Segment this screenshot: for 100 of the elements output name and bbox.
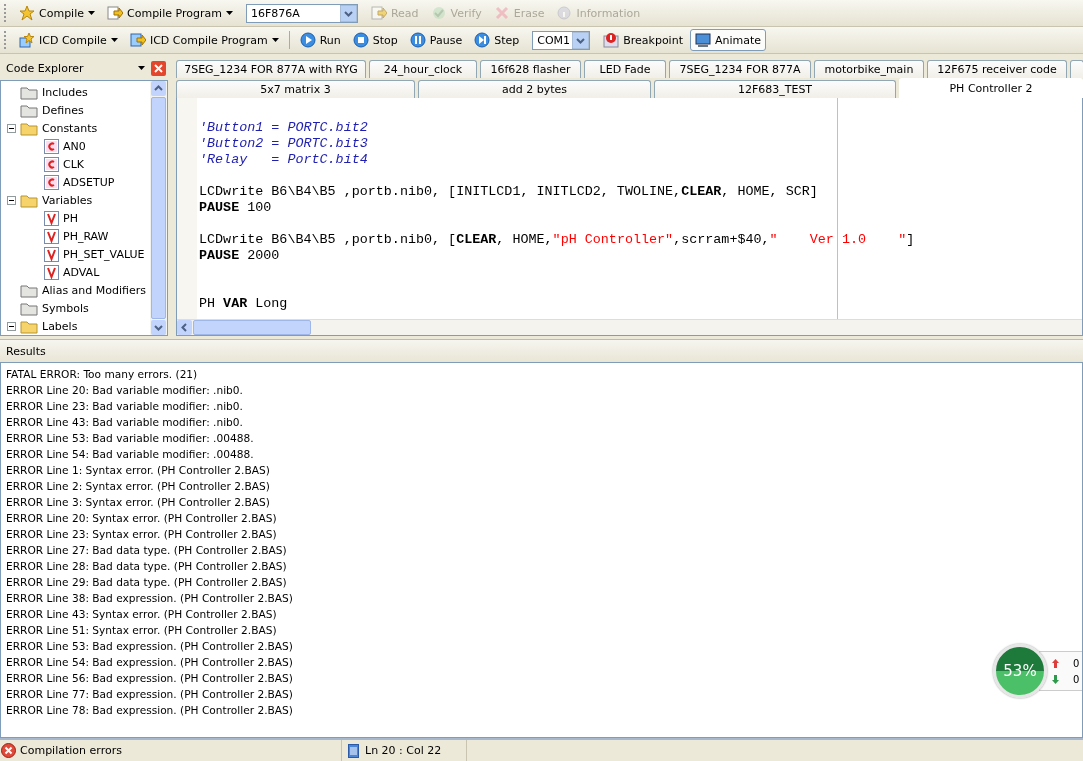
stop-icon [352,32,369,48]
file-tab[interactable]: 12F683_TEST [654,80,896,98]
result-line: ERROR Line 38: Bad expression. (PH Controller 2.BAS) [6,592,293,606]
document-arrow-icon [370,5,387,21]
up-arrow-icon [1052,658,1059,668]
file-tab[interactable]: 24_hour_clock [369,60,477,78]
step-icon [474,32,491,48]
scroll-down-icon [151,320,166,335]
result-line: ERROR Line 53: Bad variable modifier: .00488. [6,432,254,446]
file-tab[interactable]: 7SEG_1234 FOR 877A with RYG [176,60,366,78]
result-line: ERROR Line 20: Bad variable modifier: .nib0. [6,384,243,398]
result-line: ERROR Line 1: Syntax error. (PH Controller 2.BAS) [6,464,270,478]
toolbar-button[interactable]: Breakpoint [598,29,688,51]
breakpoint-icon [603,32,620,48]
toolbar-button[interactable]: Compile Program [102,2,238,24]
down-arrow-icon [1052,674,1059,684]
collapse-icon[interactable] [7,123,16,133]
scroll-left-icon [177,320,192,335]
status-message: Compilation errors [20,744,122,757]
result-line: ERROR Line 23: Bad variable modifier: .nib0. [6,400,243,414]
tree-item[interactable]: Defines [42,103,84,117]
collapse-icon[interactable] [7,321,16,331]
panel-title: Code Explorer [6,61,85,75]
code-line: 'Relay = PortC.bit4 [199,152,368,168]
tree-item[interactable]: Includes [42,85,88,99]
file-tab[interactable]: 12F675 receiver code [927,60,1067,78]
tree-item[interactable]: PH_SET_VALUE [63,247,145,261]
code-line: 'Button1 = PORTC.bit2 [199,120,368,136]
tree-item[interactable]: Variables [42,193,93,207]
file-tab[interactable]: add 2 bytes [418,80,651,98]
toolbar-button[interactable]: Run [294,29,346,51]
collapse-icon[interactable] [7,195,16,205]
toolbar-button[interactable]: Stop [347,29,403,51]
dropdown-field[interactable]: COM1 [532,30,591,50]
result-line: ERROR Line 28: Bad data type. (PH Controller 2.BAS) [6,560,287,574]
code-line: PAUSE 100 [199,200,272,216]
close-icon[interactable] [151,60,166,76]
toolbar-button[interactable]: ICD Compile Program [124,29,284,51]
speed-value: 0 [1073,673,1080,685]
tree-item[interactable]: ADVAL [63,265,100,279]
meter-reading: 53% [1003,662,1037,680]
tree-item[interactable]: Symbols [42,301,89,315]
code-line: LCDwrite B6\B4\B5 ,portb.nib0, [CLEAR, HOME,"pH Controller",scrram+$40," Ver 1.0 "] [199,232,915,248]
code-line: LCDwrite B6\B4\B5 ,portb.nib0, [INITLCD1, INITLCD2, TWOLINE,CLEAR, HOME, SCR] [199,184,818,200]
constant-icon [44,156,59,172]
result-line: FATAL ERROR: Too many errors. (21) [6,368,198,382]
dropdown-arrow-icon [572,31,590,49]
caret-icon [88,11,95,15]
toolbar-button[interactable]: Step [469,29,525,51]
result-line: ERROR Line 43: Bad variable modifier: .nib0. [6,416,243,430]
file-tab[interactable]: 16f628 flasher [480,60,581,78]
variable-icon [44,264,59,280]
result-line: ERROR Line 2: Syntax error. (PH Controller 2.BAS) [6,480,270,494]
code-line: PAUSE 2000 [199,248,280,264]
result-line: ERROR Line 27: Bad data type. (PH Controller 2.BAS) [6,544,287,558]
tree-item[interactable]: CLK [63,157,85,171]
file-tab[interactable]: 5x7 matrix 3 [176,80,415,98]
result-line: ERROR Line 53: Bad expression. (PH Controller 2.BAS) [6,640,293,654]
tree-item[interactable]: Constants [42,121,98,135]
result-line: ERROR Line 54: Bad variable modifier: .00488. [6,448,254,462]
variable-icon [44,228,59,244]
file-tab[interactable]: 7SEG_1234 FOR 877A [669,60,811,78]
folder-icon [20,318,38,334]
tree-item[interactable]: PH [63,211,78,225]
file-tab[interactable]: LED Fade [584,60,666,78]
scrollbar-thumb[interactable] [151,97,166,319]
panel-title: Results [6,344,46,358]
monitor-icon [694,32,711,48]
cross-icon [493,5,510,21]
folder-icon [20,300,38,316]
scrollbar-thumb[interactable] [193,320,311,335]
result-line: ERROR Line 29: Bad data type. (PH Controller 2.BAS) [6,576,287,590]
pause-icon [409,32,426,48]
result-line: ERROR Line 3: Syntax error. (PH Controller 2.BAS) [6,496,270,510]
tab-edge[interactable] [1070,60,1083,78]
dropdown-caret-icon [138,66,145,70]
tree-item[interactable]: Labels [42,319,78,333]
file-tab[interactable]: PH Controller 2 [899,78,1083,98]
toolbar-button[interactable]: Animate [689,29,767,51]
error-icon [1,743,16,758]
scroll-up-icon [151,81,166,96]
caret-icon [225,11,233,15]
result-line: ERROR Line 20: Syntax error. (PH Controller 2.BAS) [6,512,277,526]
tree-item[interactable]: Alias and Modifiers [42,283,146,297]
toolbar-button[interactable]: Compile [14,2,100,24]
dropdown-arrow-icon [339,4,357,22]
result-line: ERROR Line 56: Bad expression. (PH Controller 2.BAS) [6,672,293,686]
caret-icon [271,38,279,42]
document-arrow-icon [107,5,123,21]
star-icon [19,32,35,48]
tree-item[interactable]: PH_RAW [63,229,109,243]
toolbar-button[interactable]: ICD Compile [14,29,123,51]
tree-item[interactable]: ADSETUP [63,175,115,189]
result-line: ERROR Line 23: Syntax error. (PH Controller 2.BAS) [6,528,277,542]
toolbar-button[interactable]: Pause [404,29,468,51]
dropdown-field[interactable]: 16F876A [245,3,358,23]
file-tab[interactable]: motorbike_main [814,60,924,78]
constant-icon [44,138,59,154]
tree-item[interactable]: AN0 [63,139,86,153]
folder-icon [20,192,38,208]
